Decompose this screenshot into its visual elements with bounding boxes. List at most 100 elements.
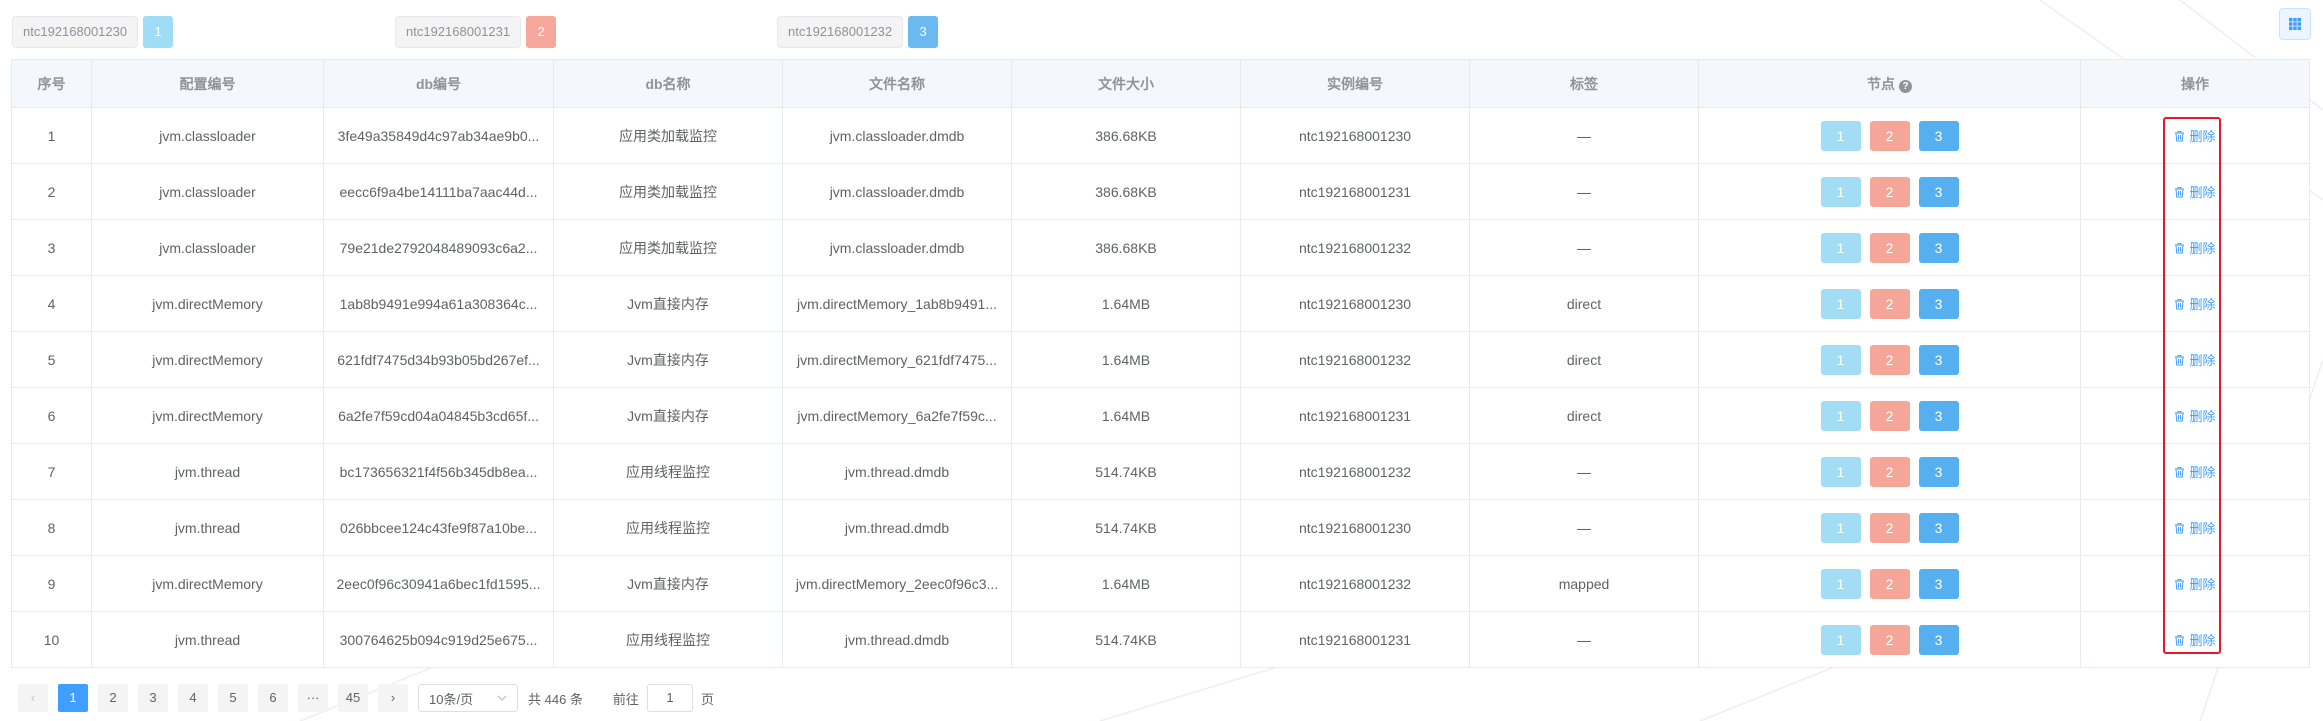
cell-tag: direct [1469,387,1699,444]
cell-db-id: 300764625b094c919d25e675... [323,611,554,668]
node-button-2[interactable]: 2 [1869,176,1910,207]
trash-icon [2175,522,2185,533]
node-button-2[interactable]: 2 [1869,288,1910,319]
node-button-2[interactable]: 2 [1869,456,1910,487]
page-2-button[interactable]: 2 [98,684,128,712]
page-45-button[interactable]: 45 [338,684,368,712]
goto-page-input[interactable]: 1 [646,684,693,712]
cell-db-id: eecc6f9a4be14111ba7aac44d... [323,163,554,220]
node-button-2[interactable]: 2 [1869,512,1910,543]
delete-button[interactable]: 删除 [2174,574,2216,593]
cell-tag: — [1469,107,1699,164]
node-button-3[interactable]: 3 [1918,568,1959,599]
delete-button[interactable]: 删除 [2174,518,2216,537]
cell-instance-id: ntc192168001231 [1240,387,1470,444]
node-button-1[interactable]: 1 [1820,624,1861,655]
cell-file-name: jvm.directMemory_621fdf7475... [782,331,1012,388]
db-table-container: 序号 配置编号 db编号 db名称 文件名称 文件大小 实例编号 标签 节点? … [11,59,2310,668]
delete-button[interactable]: 删除 [2174,238,2216,257]
node-button-3[interactable]: 3 [1918,288,1959,319]
cell-tag: direct [1469,275,1699,332]
prev-page-button[interactable]: ‹ [18,684,48,712]
cell-db-id: 026bbcee124c43fe9f87a10be... [323,499,554,556]
node-button-2[interactable]: 2 [1869,400,1910,431]
next-page-button[interactable]: › [378,684,408,712]
node-button-1[interactable]: 1 [1820,344,1861,375]
node-button-3[interactable]: 3 [1918,624,1959,655]
cell-file-size: 1.64MB [1011,331,1241,388]
cell-file-name: jvm.classloader.dmdb [782,163,1012,220]
node-button-2[interactable]: 2 [1869,120,1910,151]
page-3-button[interactable]: 3 [138,684,168,712]
node-button-1[interactable]: 1 [1820,568,1861,599]
cell-config-id: jvm.thread [91,499,324,556]
cell-db-id: 79e21de2792048489093c6a2... [323,219,554,276]
page-4-button[interactable]: 4 [178,684,208,712]
node-button-3[interactable]: 3 [1918,456,1959,487]
node-buttons: 123 [1709,232,2070,263]
help-icon[interactable]: ? [1899,79,1912,93]
node-button-3[interactable]: 3 [1918,176,1959,207]
node-button-1[interactable]: 1 [1820,400,1861,431]
cell-index: 4 [11,275,92,332]
delete-label: 删除 [2189,465,2216,480]
cell-tag: — [1469,499,1699,556]
node-button-3[interactable]: 3 [1918,344,1959,375]
cell-file-size: 386.68KB [1011,163,1241,220]
page-5-button[interactable]: 5 [218,684,248,712]
node-buttons: 123 [1709,512,2070,543]
page-6-button[interactable]: 6 [258,684,288,712]
delete-button[interactable]: 删除 [2174,350,2216,369]
node-button-3[interactable]: 3 [1918,232,1959,263]
cell-config-id: jvm.classloader [91,107,324,164]
page-1-button[interactable]: 1 [58,684,88,712]
column-settings-button[interactable] [2279,8,2311,40]
header-nodes-label: 节点 [1867,75,1895,92]
delete-button[interactable]: 删除 [2174,406,2216,425]
cell-config-id: jvm.directMemory [91,275,324,332]
trash-icon [2175,242,2185,253]
page-size-select[interactable]: 10条/页 [418,684,518,712]
node-button-3[interactable]: 3 [1918,512,1959,543]
cell-db-name: 应用线程监控 [553,443,783,500]
delete-button[interactable]: 删除 [2174,126,2216,145]
node-button-2[interactable]: 2 [1869,568,1910,599]
cell-file-size: 386.68KB [1011,219,1241,276]
cell-db-name: 应用线程监控 [553,611,783,668]
total-count: 共 446 条 [528,691,583,707]
node-button-1[interactable]: 1 [1820,176,1861,207]
delete-button[interactable]: 删除 [2174,294,2216,313]
cell-file-name: jvm.directMemory_2eec0f96c3... [782,555,1012,612]
cell-nodes: 123 [1698,555,2081,612]
delete-button[interactable]: 删除 [2174,182,2216,201]
cell-db-name: 应用线程监控 [553,499,783,556]
header-file-name: 文件名称 [782,59,1012,108]
delete-label: 删除 [2189,521,2216,536]
node-button-1[interactable]: 1 [1820,288,1861,319]
node-button-2[interactable]: 2 [1869,344,1910,375]
cell-nodes: 123 [1698,387,2081,444]
page-jumper: 前往 1 页 [613,684,714,712]
node-button-1[interactable]: 1 [1820,512,1861,543]
more-pages-button[interactable]: ··· [298,684,328,712]
node-button-1[interactable]: 1 [1820,120,1861,151]
node-button-2[interactable]: 2 [1869,232,1910,263]
cell-db-name: Jvm直接内存 [553,555,783,612]
delete-label: 删除 [2189,577,2216,592]
delete-button[interactable]: 删除 [2174,462,2216,481]
cell-nodes: 123 [1698,499,2081,556]
legend-instance-label: ntc192168001230 [12,16,139,48]
goto-prefix: 前往 [612,691,639,707]
node-button-1[interactable]: 1 [1820,232,1861,263]
node-buttons: 123 [1709,288,2070,319]
table-row: 8 jvm.thread 026bbcee124c43fe9f87a10be... 应… [11,499,2310,556]
cell-index: 2 [11,163,92,220]
node-button-2[interactable]: 2 [1869,624,1910,655]
cell-file-size: 514.74KB [1011,499,1241,556]
node-button-3[interactable]: 3 [1918,400,1959,431]
cell-db-id: 3fe49a35849d4c97ab34ae9b0... [323,107,554,164]
node-button-1[interactable]: 1 [1820,456,1861,487]
header-config-id: 配置编号 [91,59,324,108]
delete-button[interactable]: 删除 [2174,630,2216,649]
node-button-3[interactable]: 3 [1918,120,1959,151]
